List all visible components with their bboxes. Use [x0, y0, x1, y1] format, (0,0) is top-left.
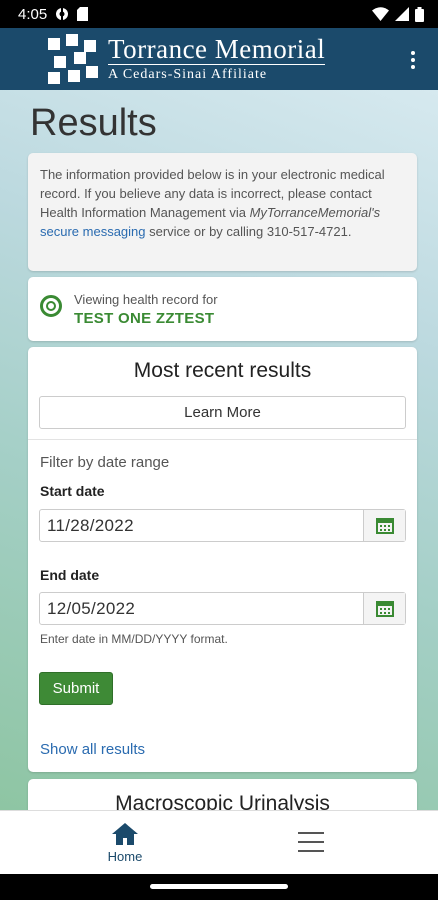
- status-bar: 4:05: [0, 0, 438, 28]
- page-title: Results: [30, 102, 157, 144]
- home-icon: [112, 823, 138, 845]
- hamburger-menu-icon[interactable]: [298, 832, 326, 852]
- brand-tagline: A Cedars-Sinai Affiliate: [108, 66, 268, 82]
- record-label: Viewing health record for: [74, 291, 218, 307]
- result-title: Macroscopic Urinalysis: [115, 792, 330, 810]
- battery-icon: [415, 6, 424, 22]
- result-card[interactable]: Macroscopic Urinalysis: [28, 779, 417, 810]
- show-all-results-link[interactable]: Show all results: [40, 741, 145, 758]
- main-content: Results The information provided below i…: [0, 90, 438, 810]
- divider: [28, 439, 417, 440]
- system-nav-bar: [0, 874, 438, 900]
- health-record-card: Viewing health record for TEST ONE ZZTES…: [28, 277, 417, 341]
- info-app-name: MyTorranceMemorial's: [249, 205, 381, 220]
- sim-card-icon: [77, 7, 89, 21]
- logo-mark-icon: [48, 34, 98, 84]
- info-text-after: service or by calling 310-517-4721.: [145, 224, 352, 239]
- info-notice: The information provided below is in you…: [28, 153, 417, 271]
- secure-messaging-link[interactable]: secure messaging: [40, 224, 146, 239]
- signal-icon: [395, 7, 409, 21]
- settings-status-icon: [56, 8, 69, 20]
- start-date-value[interactable]: 11/28/2022: [40, 516, 363, 536]
- nav-home-label: Home: [107, 849, 143, 864]
- overflow-menu-icon[interactable]: [402, 48, 424, 72]
- wifi-icon: [372, 7, 389, 21]
- app-bar: Torrance Memorial A Cedars-Sinai Affilia…: [0, 28, 438, 90]
- brand-name: Torrance Memorial: [108, 33, 326, 65]
- results-heading: Most recent results: [133, 359, 312, 382]
- start-date-field[interactable]: 11/28/2022: [39, 509, 406, 542]
- calendar-icon[interactable]: [363, 593, 405, 624]
- recent-results-card: Most recent results Learn More Filter by…: [28, 347, 417, 772]
- nav-home[interactable]: Home: [100, 823, 150, 864]
- start-date-label: Start date: [40, 483, 105, 499]
- date-format-hint: Enter date in MM/DD/YYYY format.: [40, 632, 228, 646]
- end-date-value[interactable]: 12/05/2022: [40, 599, 363, 619]
- end-date-label: End date: [40, 567, 100, 583]
- gesture-handle[interactable]: [150, 884, 288, 889]
- filter-label: Filter by date range: [40, 454, 170, 471]
- torrance-memorial-logo: Torrance Memorial A Cedars-Sinai Affilia…: [44, 32, 326, 86]
- end-date-field[interactable]: 12/05/2022: [39, 592, 406, 625]
- calendar-icon[interactable]: [363, 510, 405, 541]
- bottom-nav: Home: [0, 810, 438, 874]
- patient-name: TEST ONE ZZTEST: [74, 309, 215, 327]
- learn-more-button[interactable]: Learn More: [39, 396, 406, 429]
- user-circle-icon: [40, 295, 62, 317]
- status-time: 4:05: [18, 5, 48, 23]
- submit-button[interactable]: Submit: [39, 672, 113, 705]
